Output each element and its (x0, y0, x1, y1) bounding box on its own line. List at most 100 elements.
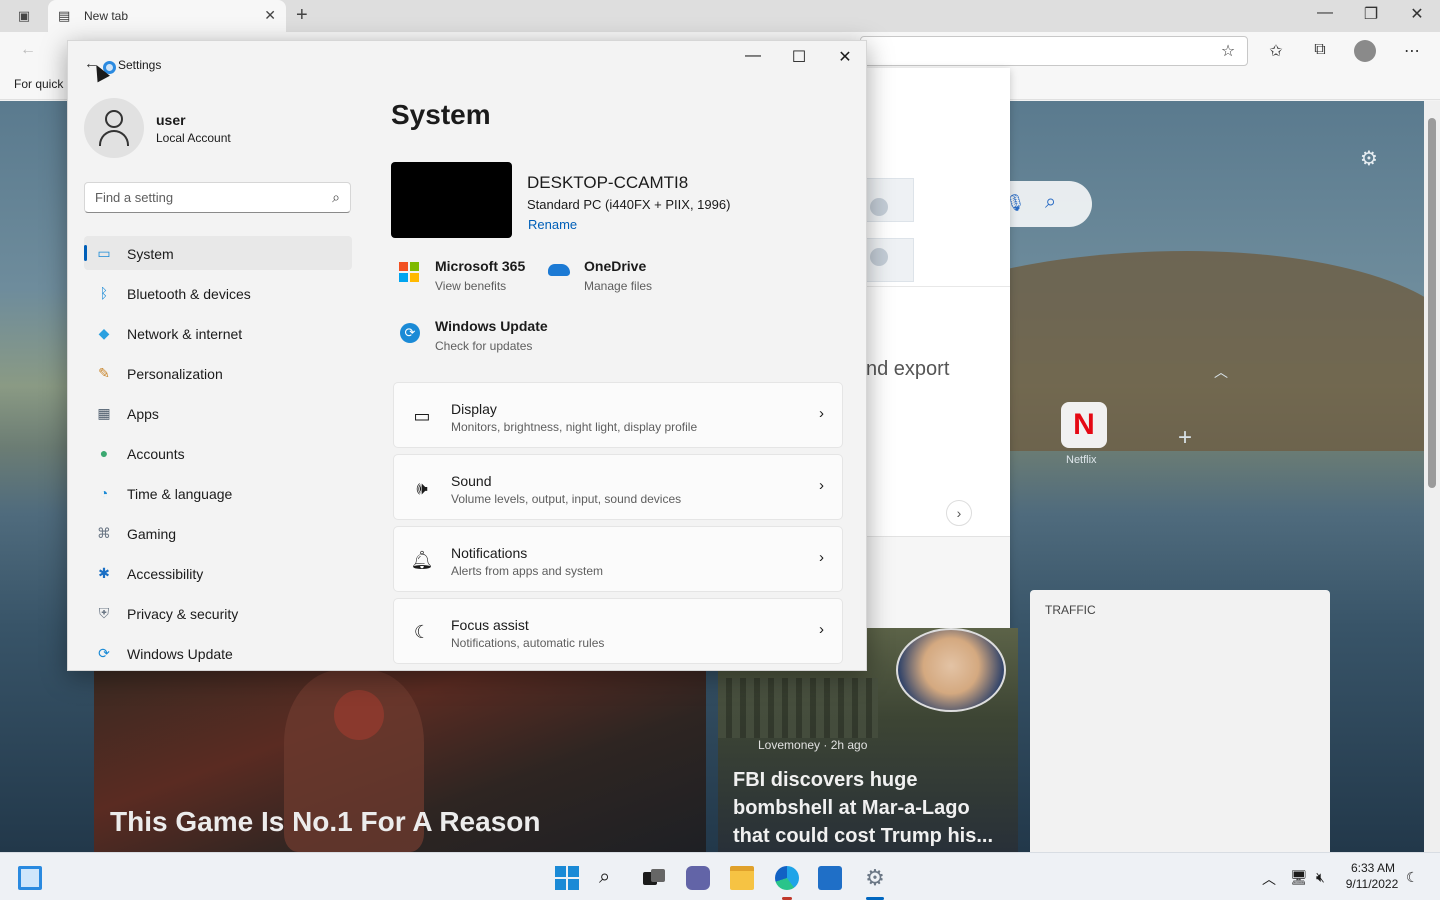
chevron-right-icon: › (819, 477, 824, 494)
minimize-icon[interactable]: — (738, 47, 768, 65)
ntp-popup-panel: nd export › (866, 68, 1010, 628)
top-site-label: Netflix (1066, 454, 1097, 466)
profile-avatar[interactable] (1354, 40, 1376, 62)
volume-muted-icon[interactable]: 🔇︎ (1316, 869, 1325, 886)
news-title[interactable]: This Game Is No.1 For A Reason (110, 806, 540, 838)
sidebar-item-apps[interactable]: ▦ Apps (84, 396, 352, 430)
sidebar-item-bluetooth-devices[interactable]: ᛒ Bluetooth & devices (84, 276, 352, 310)
sidebar-item-accounts[interactable]: ● Accounts (84, 436, 352, 470)
sidebar-item-label: Apps (127, 406, 159, 422)
card-subtitle: Volume levels, output, input, sound devi… (451, 492, 682, 506)
sidebar-item-label: Bluetooth & devices (127, 286, 251, 302)
bluetooth-icon: ᛒ (99, 285, 109, 301)
card-subtitle: Notifications, automatic rules (451, 636, 605, 650)
scrollbar-thumb[interactable] (1428, 118, 1436, 488)
news-image (896, 628, 1006, 712)
page-settings-gear-icon[interactable]: ⚙ (1360, 146, 1378, 171)
task-view-icon[interactable] (642, 866, 666, 890)
sidebar-item-system[interactable]: ▭ System (84, 236, 352, 270)
settings-card-sound[interactable]: 🕪︎ Sound Volume levels, output, input, sou… (393, 454, 843, 520)
traffic-card[interactable] (1030, 590, 1330, 852)
collapse-up-icon[interactable]: ︿ (1214, 362, 1228, 382)
file-explorer-icon[interactable] (730, 866, 754, 890)
gamepad-icon: ⌘ (97, 525, 111, 541)
user-name: user (156, 112, 186, 128)
clock-time[interactable]: 6:33 AM (1348, 861, 1398, 875)
find-setting-input[interactable] (95, 190, 315, 205)
add-favorite-icon[interactable]: ☆ (1218, 41, 1238, 61)
sidebar-item-network-internet[interactable]: ◆ Network & internet (84, 316, 352, 350)
clock-date[interactable]: 9/11/2022 (1342, 877, 1402, 891)
url-input[interactable] (860, 36, 1248, 66)
panel-placeholder-dot (870, 198, 888, 216)
news-source: Lovemoney · 2h ago (758, 738, 868, 752)
panel-footer (866, 536, 1010, 628)
sidebar-item-privacy-security[interactable]: ⛨ Privacy & security (84, 596, 352, 630)
search-icon[interactable]: ⌕ (1045, 191, 1056, 214)
onedrive-icon (548, 264, 570, 276)
avatar[interactable] (84, 98, 144, 158)
moon-icon: ☾ (413, 622, 431, 642)
search-icon[interactable]: ⌕ (599, 866, 623, 890)
news-image (718, 678, 878, 738)
settings-card-focus-assist[interactable]: ☾ Focus assist Notifications, automatic ru… (393, 598, 843, 664)
network-icon[interactable]: 🖥︎ (1290, 869, 1308, 886)
card-title: Display (451, 401, 497, 417)
chat-icon[interactable] (686, 866, 710, 890)
edge-icon[interactable] (775, 866, 799, 890)
sidebar-item-label: Time & language (127, 486, 233, 502)
windows-update-icon: ⟳ (400, 323, 420, 343)
notification-icon[interactable]: ☾ (1406, 869, 1419, 886)
sidebar-item-accessibility[interactable]: ✱ Accessibility (84, 556, 352, 590)
add-site-icon[interactable]: + (1178, 424, 1192, 452)
top-site-netflix[interactable]: N (1061, 402, 1107, 448)
sidebar-item-windows-update[interactable]: ⟳ Windows Update (84, 636, 352, 670)
collections-icon[interactable]: ⧉ (1310, 41, 1330, 59)
widgets-icon[interactable] (18, 866, 42, 890)
settings-card-display[interactable]: ▭ Display Monitors, brightness, night ligh… (393, 382, 843, 448)
maximize-icon[interactable]: ☐ (784, 47, 814, 67)
quick-link-onedrive[interactable]: OneDrive Manage files (548, 258, 688, 298)
quick-link-microsoft-365[interactable]: Microsoft 365 View benefits (399, 258, 539, 298)
tab-actions-icon[interactable]: ▣ (16, 8, 32, 24)
find-setting-box[interactable]: ⌕ (84, 182, 351, 213)
traffic-label: TRAFFIC (1045, 603, 1096, 617)
card-subtitle: Monitors, brightness, night light, displ… (451, 420, 698, 434)
chevron-up-icon[interactable]: ︿ (1262, 869, 1276, 889)
person-icon-body (99, 130, 129, 146)
panel-next-icon[interactable]: › (946, 500, 972, 526)
sidebar-item-label: Gaming (127, 526, 177, 542)
speaker-icon: 🕪︎ (416, 478, 428, 498)
person-icon (105, 110, 123, 128)
search-icon[interactable]: ⌕ (332, 189, 340, 206)
sidebar-item-label: Accessibility (127, 566, 204, 582)
quick-link-subtitle: Manage files (584, 279, 653, 293)
rename-link[interactable]: Rename (528, 217, 577, 232)
more-icon[interactable]: ⋯ (1402, 41, 1422, 61)
quick-link-title: OneDrive (584, 258, 647, 274)
close-window-icon[interactable]: ✕ (1405, 4, 1429, 24)
favorites-icon[interactable]: ✩ (1266, 41, 1286, 61)
minimize-icon[interactable]: — (1313, 4, 1337, 22)
news-title[interactable]: FBI discovers huge bombshell at Mar-a-La… (733, 766, 1003, 850)
close-window-icon[interactable]: ✕ (830, 47, 860, 67)
close-tab-icon[interactable]: ✕ (264, 7, 276, 24)
favorites-bar-text: For quick (14, 77, 64, 91)
sidebar-item-time-language[interactable]: ◔ Time & language (84, 476, 352, 510)
quick-link-subtitle: Check for updates (435, 339, 533, 353)
card-title: Focus assist (451, 617, 529, 633)
start-button[interactable] (555, 866, 579, 890)
settings-gear-icon[interactable]: ⚙ (863, 866, 887, 890)
sidebar-item-gaming[interactable]: ⌘ Gaming (84, 516, 352, 550)
quick-link-title: Windows Update (435, 318, 548, 334)
quick-link-windows-update[interactable]: ⟳ Windows Update Check for updates (399, 318, 579, 358)
new-tab-button[interactable]: + (296, 4, 308, 27)
settings-card-notifications[interactable]: 🔔︎ Notifications Alerts from apps and syst… (393, 526, 843, 592)
store-icon[interactable] (818, 866, 842, 890)
back-icon[interactable]: ← (18, 41, 38, 59)
restore-icon[interactable]: ❐ (1359, 4, 1383, 24)
microsoft-365-icon (399, 260, 421, 282)
sidebar-item-label: Accounts (127, 446, 185, 462)
tab-new-tab[interactable]: ▤ New tab ✕ (48, 0, 286, 32)
sidebar-item-personalization[interactable]: ✎ Personalization (84, 356, 352, 390)
